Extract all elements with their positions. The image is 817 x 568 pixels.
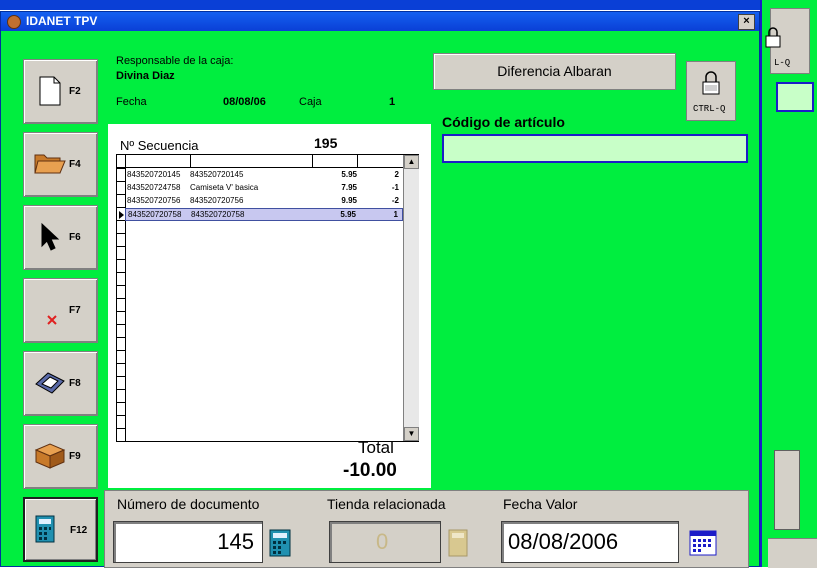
ticket-panel: Nº Secuencia 195 843520720145 8435207201…	[108, 124, 431, 488]
background-input[interactable]	[776, 82, 814, 112]
row-indicator-tick	[117, 337, 125, 338]
row-indicator-tick	[117, 428, 125, 429]
diferencia-albaran-button[interactable]: Diferencia Albaran	[433, 53, 676, 90]
row-indicator-tick	[117, 350, 125, 351]
tienda-relacionada-field: 0	[329, 521, 441, 563]
table-row[interactable]: 843520720145 843520720145 5.95 2	[125, 169, 403, 182]
row-indicator-tick	[117, 246, 125, 247]
f4-label: F4	[69, 159, 81, 170]
numero-documento-field[interactable]: 145	[113, 521, 263, 563]
f4-button[interactable]: F4	[23, 132, 98, 197]
table-row[interactable]: 843520720756 843520720756 9.95 -2	[125, 195, 403, 208]
f8-button[interactable]: F8	[23, 351, 98, 416]
disk-icon	[35, 372, 65, 394]
f9-button[interactable]: F9	[23, 424, 98, 489]
calendar-icon[interactable]	[687, 527, 719, 559]
grid-header	[117, 155, 403, 168]
lock-icon	[702, 71, 720, 95]
scroll-down-arrow-icon[interactable]: ▼	[404, 427, 419, 441]
row-indicator-tick	[117, 168, 125, 169]
f6-button[interactable]: F6	[23, 205, 98, 270]
row-indicator-tick	[117, 415, 125, 416]
responsable-name: Divina Diaz	[116, 70, 175, 82]
scroll-up-arrow-icon[interactable]: ▲	[404, 155, 419, 169]
f7-button[interactable]: F7	[23, 278, 98, 343]
sequence-value: 195	[314, 135, 338, 151]
row-indicator-tick	[117, 207, 125, 208]
vertical-scrollbar[interactable]: ▲ ▼	[403, 155, 419, 441]
f6-label: F6	[69, 232, 81, 243]
caja-value: 1	[389, 96, 396, 108]
row-indicator-tick	[117, 376, 125, 377]
calculator-icon[interactable]	[265, 527, 297, 559]
box-icon	[34, 443, 66, 469]
numero-documento-label: Número de documento	[117, 496, 260, 512]
total-label: Total	[358, 438, 394, 457]
row-indicator-tick	[117, 363, 125, 364]
row-indicator-tick	[117, 311, 125, 312]
ctrl-q-label: CTRL-Q	[693, 104, 726, 114]
background-window-titlebar	[0, 0, 760, 10]
close-button[interactable]: ×	[738, 14, 755, 30]
f9-label: F9	[69, 451, 81, 462]
ticket-grid[interactable]: 843520720145 843520720145 5.95 2 8435207…	[116, 154, 419, 442]
sequence-label: Nº Secuencia	[120, 138, 199, 153]
tpv-dialog: IDANET TPV × F2 F4 F6 F7 F8 F9 F12 Respo…	[0, 11, 760, 568]
row-indicator-tick	[117, 233, 125, 234]
row-indicator-tick	[117, 324, 125, 325]
f12-button[interactable]: F12	[23, 497, 98, 562]
row-indicator-tick	[117, 194, 125, 195]
calculator-disabled-icon	[448, 529, 468, 557]
row-indicator-tick	[117, 285, 125, 286]
tienda-relacionada-label: Tienda relacionada	[327, 496, 446, 512]
row-indicator-tick	[117, 181, 125, 182]
f2-button[interactable]: F2	[23, 59, 98, 124]
table-row-selected[interactable]: 843520720758 843520720758 5.95 1	[125, 208, 403, 221]
row-indicator-tick	[117, 402, 125, 403]
background-panel-block	[774, 450, 800, 530]
document-panel: Número de documento 145 Tienda relaciona…	[104, 490, 749, 568]
row-indicator-tick	[117, 298, 125, 299]
f7-label: F7	[69, 305, 81, 316]
fecha-label: Fecha	[116, 96, 147, 108]
row-indicator-tick	[117, 220, 125, 221]
codigo-articulo-label: Código de artículo	[442, 114, 565, 130]
f2-label: F2	[69, 86, 81, 97]
new-document-icon	[39, 76, 61, 106]
row-indicator-tick	[117, 259, 125, 260]
app-icon	[7, 15, 21, 29]
fecha-valor-label: Fecha Valor	[503, 496, 578, 512]
fecha-valor-field[interactable]: 08/08/2006	[501, 521, 679, 563]
codigo-articulo-input[interactable]	[442, 134, 748, 163]
delete-x-icon	[47, 315, 57, 325]
row-indicator-tick	[117, 272, 125, 273]
background-strip	[768, 538, 817, 568]
window-title: IDANET TPV	[26, 14, 98, 28]
lock-icon	[765, 27, 781, 48]
f8-label: F8	[69, 378, 81, 389]
table-row[interactable]: 843520724758 Camiseta V' basica 7.95 -1	[125, 182, 403, 195]
total-value: -10.00	[343, 460, 397, 481]
fecha-value: 08/08/06	[223, 96, 266, 108]
open-folder-icon	[34, 154, 66, 174]
background-ctrl-label: L-Q	[774, 58, 791, 68]
row-indicator-tick	[117, 389, 125, 390]
f12-label: F12	[70, 525, 88, 536]
caja-label: Caja	[299, 96, 322, 108]
current-row-arrow-icon	[119, 211, 124, 219]
background-window: L-Q	[760, 0, 817, 568]
pointer-icon	[41, 222, 60, 251]
calculator-icon	[35, 515, 55, 543]
responsable-label: Responsable de la caja:	[116, 55, 234, 67]
ctrl-q-button[interactable]: CTRL-Q	[686, 61, 736, 121]
title-bar: IDANET TPV ×	[1, 12, 759, 31]
